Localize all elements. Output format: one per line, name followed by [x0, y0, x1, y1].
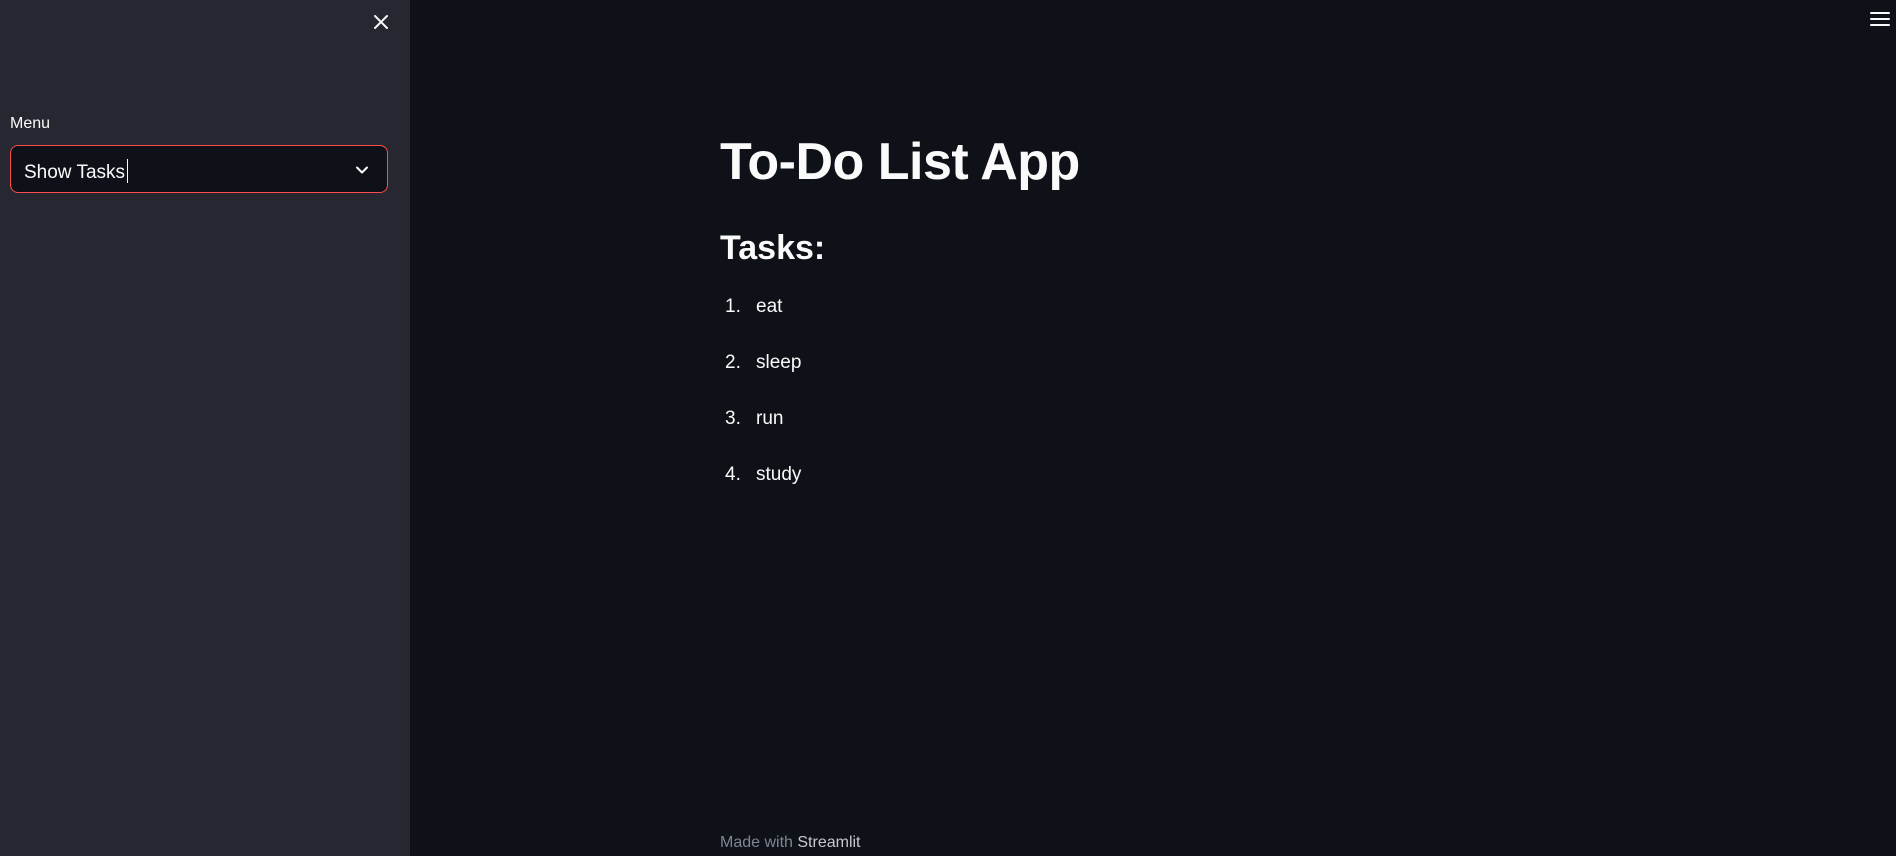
- task-text: study: [756, 464, 802, 485]
- task-number: 2.: [725, 352, 741, 373]
- hamburger-menu-icon: [1869, 9, 1891, 29]
- menu-select-value: Show Tasks: [24, 159, 129, 184]
- footer: Made with Streamlit: [720, 834, 861, 852]
- page-title: To-Do List App: [720, 133, 1080, 191]
- chevron-down-icon[interactable]: [353, 161, 371, 179]
- task-number: 4.: [725, 464, 741, 485]
- task-number: 1.: [725, 296, 741, 317]
- task-text: eat: [756, 296, 783, 317]
- task-text: run: [756, 408, 784, 429]
- task-text: sleep: [756, 352, 802, 373]
- footer-prefix: Made with: [720, 834, 798, 851]
- main-menu-button[interactable]: [1869, 9, 1891, 29]
- task-number: 3.: [725, 408, 741, 429]
- menu-select-value-text: Show Tasks: [24, 162, 126, 183]
- streamlit-link[interactable]: Streamlit: [797, 834, 860, 851]
- close-sidebar-button[interactable]: [369, 10, 393, 34]
- menu-select[interactable]: Show Tasks: [10, 145, 388, 193]
- close-icon: [369, 10, 393, 34]
- menu-label: Menu: [10, 115, 51, 132]
- text-cursor: [127, 159, 129, 183]
- tasks-heading: Tasks:: [720, 229, 826, 267]
- sidebar: Menu Show Tasks: [0, 0, 410, 856]
- app-root: Menu Show Tasks To-Do List App Tasks: 1.…: [0, 0, 1896, 856]
